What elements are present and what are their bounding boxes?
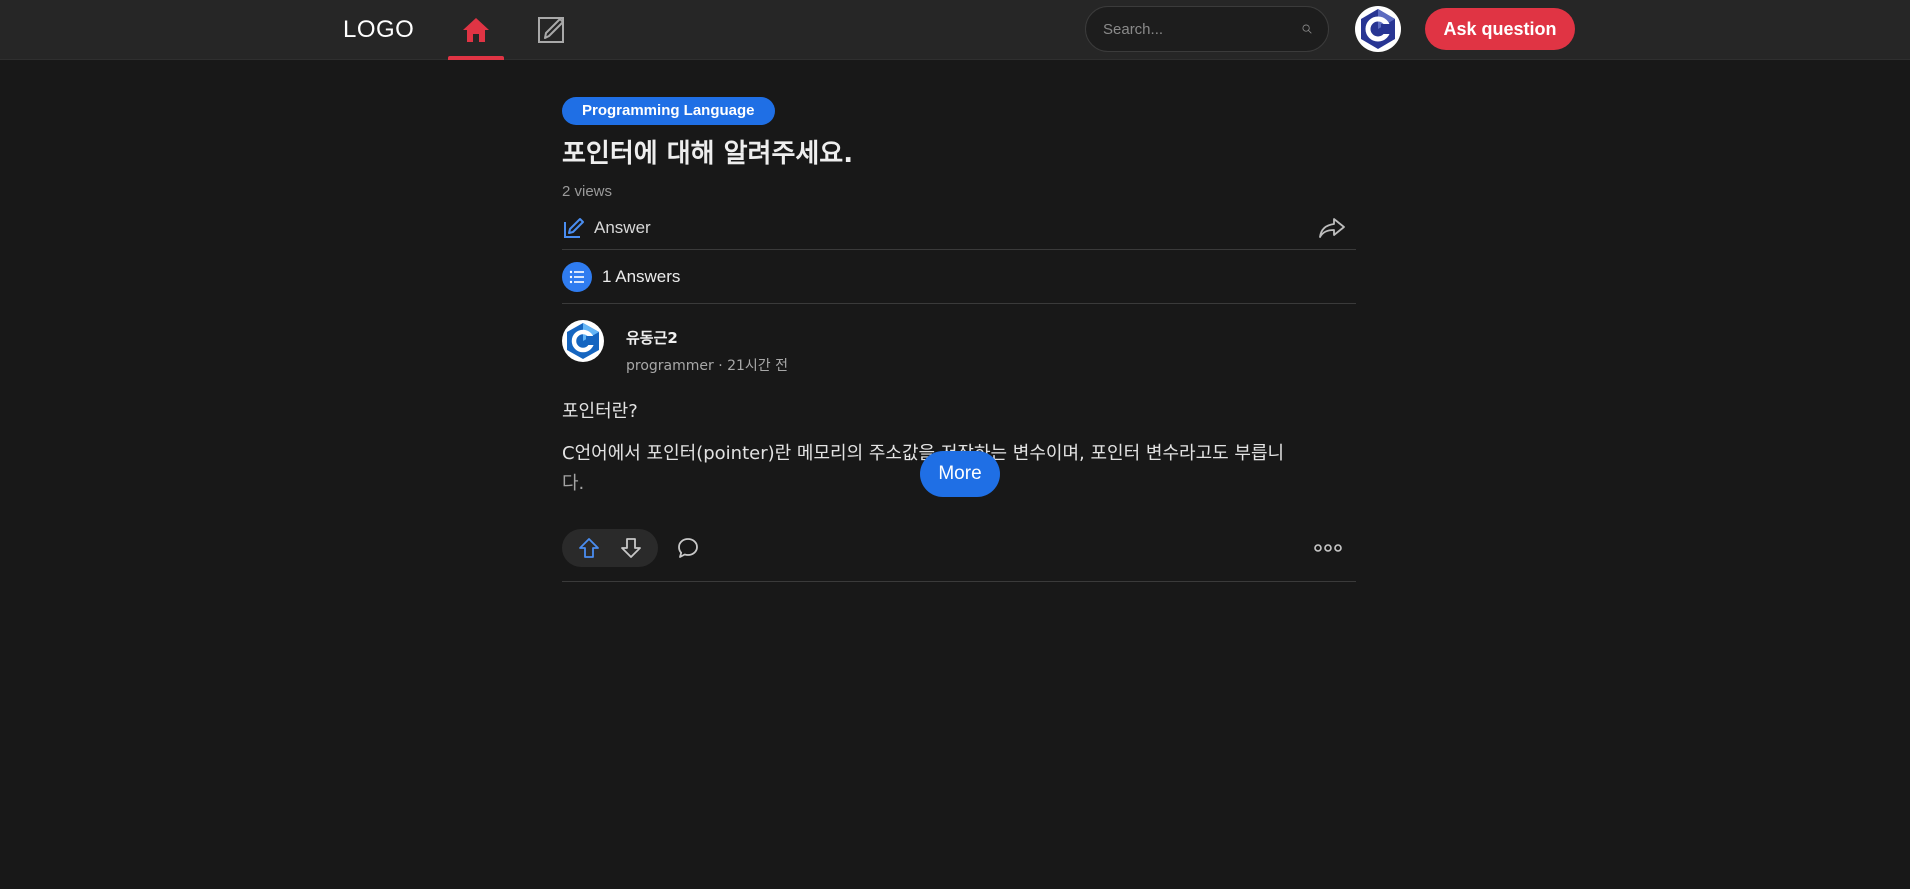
top-navigation-bar: LOGO Ask question (0, 0, 1910, 60)
nav-home[interactable] (448, 0, 504, 60)
more-horizontal-icon (1314, 544, 1342, 552)
vote-group (562, 529, 700, 567)
search-icon[interactable] (1302, 18, 1312, 40)
category-badge[interactable]: Programming Language (562, 97, 775, 125)
downvote-button[interactable] (620, 537, 642, 559)
user-avatar[interactable] (1355, 6, 1401, 52)
search-box (1085, 6, 1329, 52)
nav-home-active-indicator (448, 56, 504, 60)
answer-card: 유동근2 programmer · 21시간 전 포인터란? C언어에서 포인터… (562, 304, 1356, 582)
c-language-logo-icon (1361, 9, 1395, 49)
edit-square-icon (538, 17, 564, 43)
answers-badge (562, 261, 592, 292)
answer-body: 포인터란? C언어에서 포인터(pointer)란 메모리의 주소값을 저장하는… (562, 397, 1356, 499)
more-button[interactable]: More (920, 451, 1000, 497)
answer-paragraph: 포인터란? (562, 401, 638, 422)
answer-author-row: 유동근2 programmer · 21시간 전 (562, 320, 1356, 375)
share-button[interactable] (1318, 216, 1346, 240)
answer-action-row (562, 529, 1356, 567)
question-content: Programming Language 포인터에 대해 알려주세요. 2 vi… (562, 97, 1356, 582)
author-avatar[interactable] (562, 320, 604, 362)
question-action-row: Answer (562, 212, 1356, 250)
view-count: 2 views (562, 183, 613, 200)
comment-icon (678, 538, 698, 558)
answer-button-label: Answer (594, 217, 651, 237)
logo[interactable]: LOGO (343, 16, 414, 44)
author-info: 유동근2 programmer · 21시간 전 (626, 320, 788, 375)
share-icon (1319, 217, 1345, 238)
answers-header: 1 Answers (562, 250, 1356, 304)
arrow-down-icon (621, 538, 641, 558)
edit-square-icon (564, 217, 584, 238)
search-input[interactable] (1103, 20, 1302, 38)
answer-button[interactable]: Answer (562, 216, 651, 240)
author-meta: programmer · 21시간 전 (626, 358, 789, 374)
vote-pill (562, 529, 658, 567)
answers-count: 1 Answers (602, 266, 681, 286)
c-language-logo-icon (567, 323, 599, 359)
answer-text-line: 다. (562, 473, 585, 494)
home-icon (463, 18, 489, 42)
nav-write[interactable] (530, 0, 572, 60)
author-name[interactable]: 유동근2 (626, 327, 788, 348)
question-title: 포인터에 대해 알려주세요. (562, 139, 854, 169)
comment-button[interactable] (676, 536, 700, 560)
upvote-button[interactable] (578, 537, 600, 559)
ask-question-button[interactable]: Ask question (1425, 8, 1575, 50)
arrow-up-icon (579, 538, 599, 558)
list-icon (569, 270, 584, 283)
more-options-button[interactable] (1314, 543, 1342, 553)
